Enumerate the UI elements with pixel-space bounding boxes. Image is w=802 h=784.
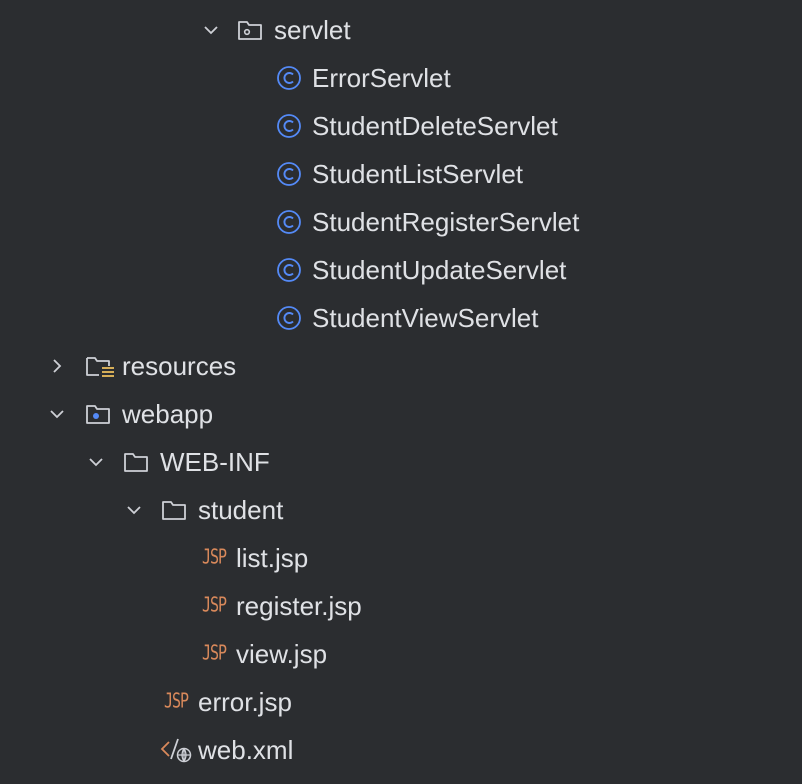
class-icon — [276, 66, 302, 90]
tree-node-file[interactable]: JSP list.jsp — [0, 534, 802, 582]
chevron-down-icon[interactable] — [125, 501, 143, 519]
tree-node-label: webapp — [122, 399, 214, 429]
tree-node-web-inf[interactable]: WEB-INF — [0, 438, 802, 486]
tree-node-label: register.jsp — [236, 591, 362, 621]
tree-node-label: student — [198, 495, 284, 525]
tree-node-label: StudentDeleteServlet — [312, 111, 558, 141]
class-icon — [276, 306, 302, 330]
tree-node-label: view.jsp — [236, 639, 328, 669]
class-icon — [276, 210, 302, 234]
folder-icon — [161, 498, 187, 522]
tree-node-file[interactable]: JSP view.jsp — [0, 630, 802, 678]
tree-node-webapp[interactable]: webapp — [0, 390, 802, 438]
chevron-right-icon[interactable] — [48, 357, 66, 375]
jsp-file-icon: JSP — [202, 544, 227, 569]
tree-node-label: resources — [122, 351, 237, 381]
tree-node-file[interactable]: web.xml — [0, 726, 802, 774]
class-icon — [276, 162, 302, 186]
tree-node-class[interactable]: StudentRegisterServlet — [0, 198, 802, 246]
tree-node-file[interactable]: JSP register.jsp — [0, 582, 802, 630]
jsp-file-icon: JSP — [164, 688, 189, 713]
tree-node-label: StudentRegisterServlet — [312, 207, 580, 237]
class-icon — [276, 114, 302, 138]
tree-node-label: StudentUpdateServlet — [312, 255, 567, 285]
tree-node-label: servlet — [274, 15, 351, 45]
tree-node-class[interactable]: StudentUpdateServlet — [0, 246, 802, 294]
tree-node-servlet[interactable]: servlet — [0, 6, 802, 54]
tree-node-label: error.jsp — [198, 687, 292, 717]
tree-node-class[interactable]: StudentViewServlet — [0, 294, 802, 342]
folder-icon — [123, 450, 149, 474]
package-folder-icon — [237, 18, 263, 42]
chevron-down-icon[interactable] — [87, 453, 105, 471]
tree-node-label: StudentViewServlet — [312, 303, 539, 333]
tree-node-class[interactable]: StudentListServlet — [0, 150, 802, 198]
tree-node-student[interactable]: student — [0, 486, 802, 534]
tree-node-label: WEB-INF — [160, 447, 270, 477]
tree-node-label: ErrorServlet — [312, 63, 451, 93]
chevron-down-icon[interactable] — [48, 405, 66, 423]
class-icon — [276, 258, 302, 282]
tree-node-label: list.jsp — [236, 543, 309, 573]
tree-node-file[interactable]: JSP error.jsp — [0, 678, 802, 726]
chevron-down-icon[interactable] — [202, 21, 220, 39]
jsp-file-icon: JSP — [202, 592, 227, 617]
tree-node-class[interactable]: ErrorServlet — [0, 54, 802, 102]
resources-folder-icon — [85, 354, 114, 378]
tree-node-label: StudentListServlet — [312, 159, 524, 189]
xml-web-icon — [160, 736, 192, 764]
tree-node-label: web.xml — [198, 735, 294, 765]
tree-node-resources[interactable]: resources — [0, 342, 802, 390]
tree-node-class[interactable]: StudentDeleteServlet — [0, 102, 802, 150]
web-folder-icon — [85, 402, 111, 426]
jsp-file-icon: JSP — [202, 640, 227, 665]
